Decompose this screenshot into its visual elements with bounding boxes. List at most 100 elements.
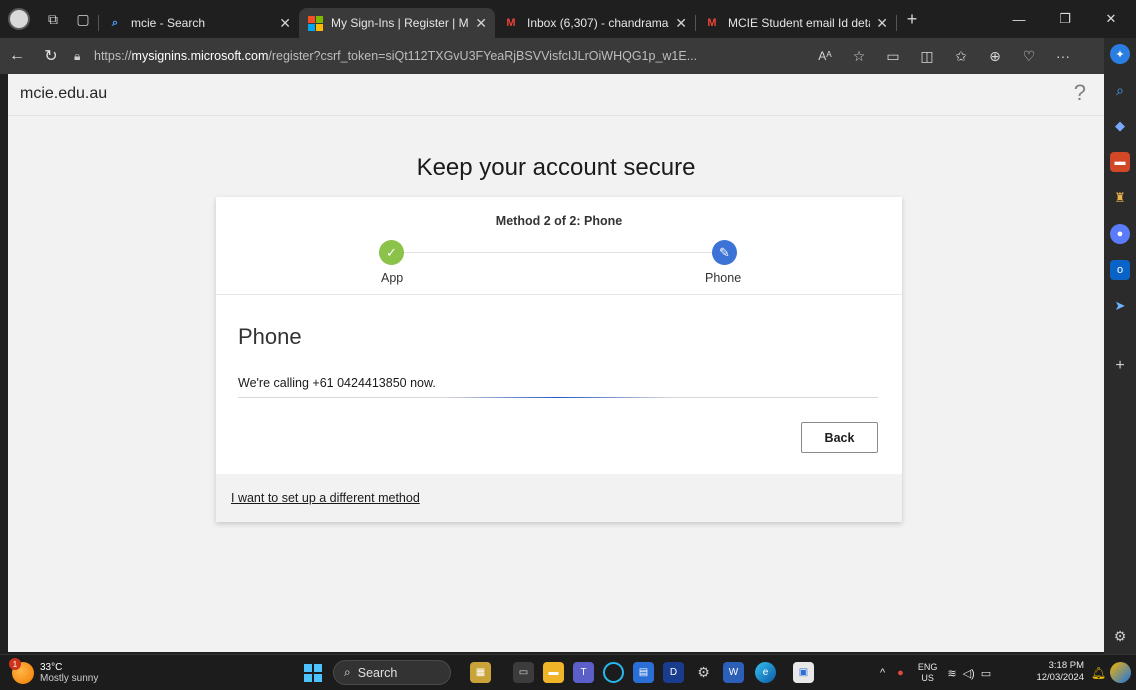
different-method-link[interactable]: I want to set up a different method — [231, 491, 420, 505]
weather-text: 33°C Mostly sunny — [40, 662, 98, 684]
system-tray: ^ ● ENG US ≋ ◁) ▭ — [880, 655, 991, 690]
back-arrow-icon[interactable]: ← — [0, 38, 34, 74]
step-connector-line — [392, 252, 725, 253]
split-screen-icon[interactable]: ◫ — [910, 38, 944, 74]
cast-icon[interactable]: ▭ — [876, 38, 910, 74]
call-progress-indicator — [442, 397, 674, 398]
step-label-app: App — [381, 271, 404, 285]
more-options-icon[interactable]: ··· — [1046, 38, 1080, 74]
tab-title: MCIE Student email Id detail — [728, 16, 871, 30]
tab-actions-icon[interactable]: ▢ — [68, 0, 98, 38]
shopping-tag-icon[interactable]: ◆ — [1110, 116, 1130, 136]
task-view-icon[interactable]: ▭ — [513, 662, 534, 683]
weather-widget[interactable]: 1 33°C Mostly sunny — [9, 658, 98, 684]
notification-bell-icon[interactable]: 🔔︎ — [1088, 662, 1109, 683]
drop-send-icon[interactable]: ➤ — [1110, 296, 1130, 316]
collections-icon[interactable]: ⊕ — [978, 38, 1012, 74]
tab-mcie-search[interactable]: ⌕ mcie - Search ✕ — [99, 8, 299, 38]
step-current-pencil-icon: ✎ — [712, 240, 737, 265]
gmail-icon: M — [707, 17, 717, 29]
games-icon[interactable]: ♜ — [1110, 188, 1130, 208]
call-progress-track — [238, 397, 878, 398]
tab-title: Inbox (6,307) - chandraman — [527, 16, 670, 30]
notepad-app-icon[interactable]: ▣ — [793, 662, 814, 683]
antivirus-tray-icon[interactable]: ● — [897, 667, 904, 679]
tab-gmail-inbox[interactable]: M Inbox (6,307) - chandraman ✕ — [495, 8, 695, 38]
org-name: mcie.edu.au — [20, 85, 108, 102]
weather-description: Mostly sunny — [40, 673, 99, 684]
edge-browser-icon[interactable]: e — [755, 662, 776, 683]
teams-icon[interactable]: T — [573, 662, 594, 683]
lock-icon: 🔒︎ — [74, 48, 81, 63]
close-tab-icon[interactable]: ✕ — [876, 15, 888, 32]
add-sidebar-app-icon[interactable]: + — [1110, 356, 1130, 376]
sidebar-settings-icon[interactable]: ⚙ — [1110, 626, 1130, 646]
weather-notification-badge: 1 — [9, 658, 21, 670]
wifi-icon[interactable]: ≋ — [947, 667, 956, 680]
workspaces-icon[interactable]: ⧉ — [38, 0, 68, 38]
taskbar-clock[interactable]: 3:18 PM 12/03/2024 — [1030, 660, 1084, 684]
refresh-icon[interactable]: ↻ — [34, 38, 68, 74]
lang-code: ENG — [917, 662, 938, 672]
tab-title: mcie - Search — [131, 16, 206, 30]
new-tab-button[interactable]: + — [897, 0, 927, 38]
search-icon: ⌕ — [111, 16, 119, 29]
read-aloud-icon[interactable]: Aᴬ — [808, 38, 842, 74]
browser-essentials-icon[interactable]: ♡ — [1012, 38, 1046, 74]
sun-weather-icon: 1 — [9, 658, 34, 684]
copilot-taskbar-icon[interactable] — [1110, 662, 1131, 683]
tab-my-sign-ins[interactable]: My Sign-Ins | Register | Micr ✕ — [299, 8, 495, 38]
url-host: mysignins.microsoft.com — [131, 49, 269, 63]
weather-temperature: 33°C — [40, 662, 63, 673]
volume-icon[interactable]: ◁) — [963, 667, 975, 680]
web-page: mcie.edu.au ? Keep your account secure M… — [8, 74, 1104, 652]
url-path: /register?csrf_token=siQt112TXGvU3FYeaRj… — [268, 49, 698, 63]
help-question-icon[interactable]: ? — [1074, 80, 1086, 106]
copilot-icon[interactable]: ✦ — [1110, 44, 1130, 64]
taskbar-search-box[interactable]: ⌕ Search — [333, 660, 451, 685]
page-title: Keep your account secure — [416, 154, 696, 181]
card-divider — [216, 294, 902, 295]
back-button[interactable]: Back — [801, 422, 878, 453]
sidebar-search-icon[interactable]: ⌕ — [1110, 80, 1130, 100]
input-language[interactable]: ENG US — [918, 662, 938, 684]
outlook-icon[interactable]: o — [1110, 260, 1130, 280]
search-icon: ⌕ — [344, 665, 351, 679]
microsoft-store-icon[interactable]: ▤ — [633, 662, 654, 683]
method-progress-label: Method 2 of 2: Phone — [495, 214, 623, 228]
call-status-text: We're calling +61 0424413850 now. — [238, 376, 436, 390]
browser-toolbar: ← ↻ 🔒︎ https://mysignins.microsoft.com/r… — [0, 38, 1104, 74]
close-tab-icon[interactable]: ✕ — [279, 15, 291, 32]
disney-plus-icon[interactable]: D — [663, 662, 684, 683]
close-tab-icon[interactable]: ✕ — [475, 15, 487, 32]
tools-briefcase-icon[interactable]: ▬ — [1110, 152, 1130, 172]
restore-icon[interactable]: ❐ — [1042, 0, 1088, 38]
clock-date: 12/03/2024 — [1036, 672, 1084, 683]
card-footer: I want to set up a different method — [216, 474, 902, 522]
word-icon[interactable]: W — [723, 662, 744, 683]
file-explorer-icon[interactable]: ▬ — [543, 662, 564, 683]
section-heading: Phone — [238, 324, 302, 349]
favorite-star-icon[interactable]: ☆ — [842, 38, 876, 74]
profile-avatar-icon[interactable] — [8, 8, 30, 30]
widgets-news-icon[interactable]: ▦ — [470, 662, 491, 683]
windows-start-icon[interactable] — [304, 664, 322, 682]
step-complete-check-icon: ✓ — [379, 240, 404, 265]
favorites-list-icon[interactable]: ✩ — [944, 38, 978, 74]
tab-title: My Sign-Ins | Register | Micr — [331, 16, 470, 30]
cortana-icon[interactable] — [603, 662, 624, 683]
tab-mcie-student-email[interactable]: M MCIE Student email Id detail ✕ — [696, 8, 896, 38]
windows-taskbar: 1 33°C Mostly sunny ⌕ Search ▦ ▭ ▬ T ▤ D… — [0, 654, 1136, 690]
clock-time: 3:18 PM — [1048, 660, 1084, 671]
minimize-icon[interactable]: — — [996, 0, 1042, 38]
close-window-icon[interactable]: ✕ — [1088, 0, 1134, 38]
setup-card: Method 2 of 2: Phone ✓ ✎ App Phone Phone… — [216, 197, 902, 522]
address-bar[interactable]: 🔒︎ https://mysignins.microsoft.com/regis… — [68, 42, 808, 70]
close-tab-icon[interactable]: ✕ — [675, 15, 687, 32]
microsoft-365-icon[interactable]: ● — [1110, 224, 1130, 244]
battery-icon[interactable]: ▭ — [981, 667, 991, 680]
taskbar-search-label: Search — [357, 665, 398, 680]
chevron-up-icon[interactable]: ^ — [880, 667, 885, 679]
region-code: US — [921, 673, 934, 683]
settings-gear-icon[interactable]: ⚙ — [693, 662, 714, 683]
